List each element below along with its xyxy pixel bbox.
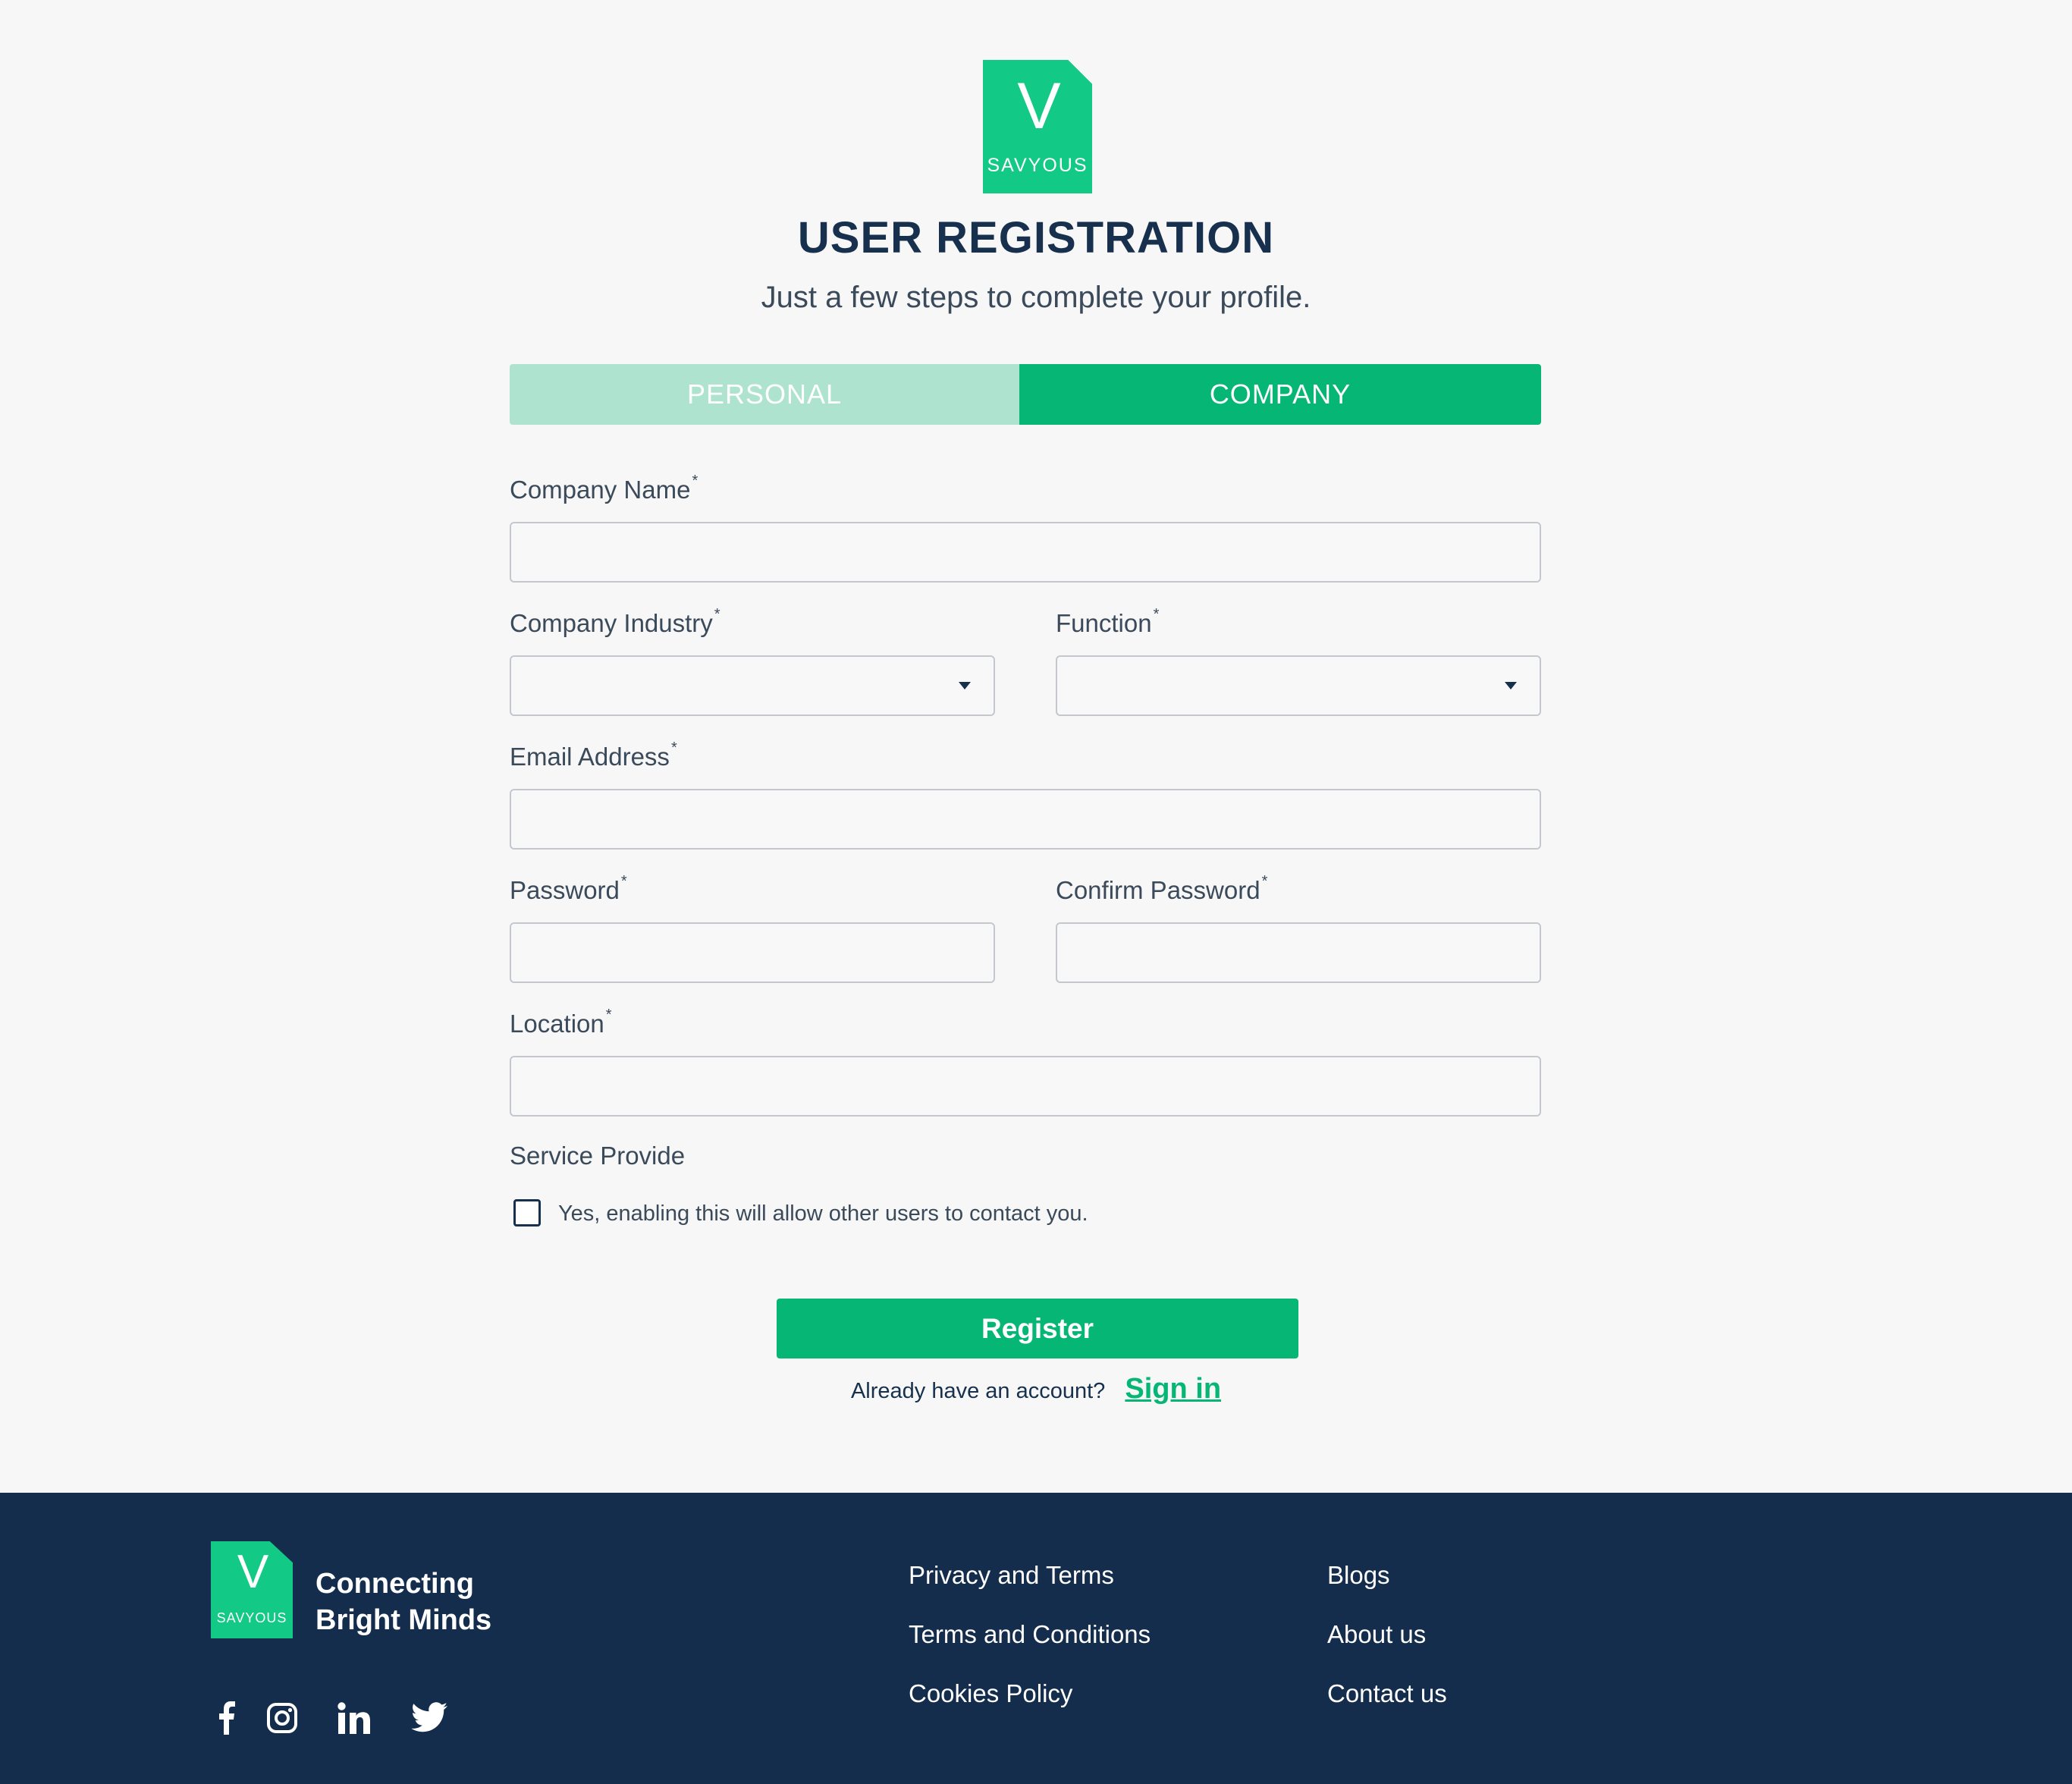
register-button[interactable]: Register: [777, 1299, 1298, 1358]
brand-logo: V SAVYOUS: [983, 60, 1092, 193]
confirm-password-field: [1056, 922, 1541, 983]
location-label: Location *: [510, 1007, 612, 1038]
footer-logo-letter: V: [237, 1546, 268, 1598]
location-label-text: Location: [510, 1010, 604, 1038]
footer-logo-wordmark: SAVYOUS: [216, 1610, 287, 1625]
logo-wordmark: SAVYOUS: [987, 155, 1088, 176]
tagline-line-1: Connecting: [316, 1568, 474, 1600]
required-mark: *: [620, 873, 627, 890]
password-label-text: Password: [510, 876, 620, 904]
footer-link-terms[interactable]: Terms and Conditions: [909, 1620, 1151, 1649]
required-mark: *: [692, 473, 699, 489]
twitter-icon-glyph: [411, 1702, 447, 1732]
facebook-icon[interactable]: [212, 1699, 240, 1737]
required-mark: *: [605, 1007, 612, 1023]
logo-letter: V: [1017, 70, 1060, 143]
company-name-input[interactable]: [511, 523, 1540, 581]
confirm-password-label-text: Confirm Password: [1056, 876, 1260, 904]
company-name-label-text: Company Name: [510, 476, 691, 504]
instagram-icon[interactable]: [265, 1699, 299, 1737]
required-mark: *: [670, 740, 677, 756]
twitter-icon[interactable]: [410, 1699, 449, 1737]
linkedin-icon-glyph: [337, 1702, 370, 1734]
page-title: USER REGISTRATION: [797, 213, 1275, 262]
footer-link-blogs[interactable]: Blogs: [1327, 1561, 1390, 1590]
tab-personal[interactable]: PERSONAL: [510, 364, 1019, 425]
company-name-field: [510, 522, 1541, 583]
footer-tagline: Connecting Bright Minds: [316, 1566, 491, 1638]
footer-link-about[interactable]: About us: [1327, 1620, 1426, 1649]
page-subtitle: Just a few steps to complete your profil…: [761, 281, 1311, 314]
service-provide-label: Service Provide: [510, 1142, 686, 1170]
location-field: [510, 1056, 1541, 1117]
company-industry-label-text: Company Industry: [510, 609, 713, 637]
footer-logo[interactable]: V SAVYOUS: [211, 1541, 293, 1638]
required-mark: *: [1153, 606, 1160, 623]
facebook-icon-glyph: [219, 1701, 235, 1735]
password-input[interactable]: [511, 924, 994, 982]
confirm-password-label: Confirm Password *: [1056, 873, 1268, 905]
company-industry-select[interactable]: [510, 655, 995, 716]
company-name-label: Company Name *: [510, 473, 699, 504]
function-label-text: Function: [1056, 609, 1152, 637]
tagline-line-2: Bright Minds: [316, 1604, 492, 1636]
email-label: Email Address *: [510, 740, 677, 771]
function-label: Function *: [1056, 606, 1160, 638]
password-field: [510, 922, 995, 983]
registration-tabs: PERSONAL COMPANY: [510, 364, 1541, 425]
signin-row: Already have an account? Sign in: [0, 1373, 2072, 1406]
signin-prompt: Already have an account?: [850, 1379, 1106, 1403]
service-provide-checkbox-text: Yes, enabling this will allow other user…: [558, 1201, 1088, 1226]
footer-link-privacy[interactable]: Privacy and Terms: [909, 1561, 1114, 1590]
confirm-password-input[interactable]: [1057, 924, 1540, 982]
caret-down-icon: [959, 682, 971, 689]
password-label: Password *: [510, 873, 627, 905]
caret-down-icon: [1505, 682, 1517, 689]
signin-link[interactable]: Sign in: [1125, 1373, 1221, 1405]
email-field: [510, 789, 1541, 850]
function-select[interactable]: [1056, 655, 1541, 716]
location-input[interactable]: [511, 1057, 1540, 1115]
company-industry-label: Company Industry *: [510, 606, 720, 638]
instagram-icon-glyph: [267, 1703, 297, 1733]
required-mark: *: [714, 606, 720, 623]
linkedin-icon[interactable]: [337, 1699, 372, 1737]
tab-company[interactable]: COMPANY: [1019, 364, 1541, 425]
email-input[interactable]: [511, 790, 1540, 848]
required-mark: *: [1261, 873, 1268, 890]
service-provide-checkbox[interactable]: [513, 1199, 541, 1226]
footer-link-contact[interactable]: Contact us: [1327, 1679, 1447, 1708]
footer-link-cookies[interactable]: Cookies Policy: [909, 1679, 1072, 1708]
email-label-text: Email Address: [510, 743, 670, 771]
